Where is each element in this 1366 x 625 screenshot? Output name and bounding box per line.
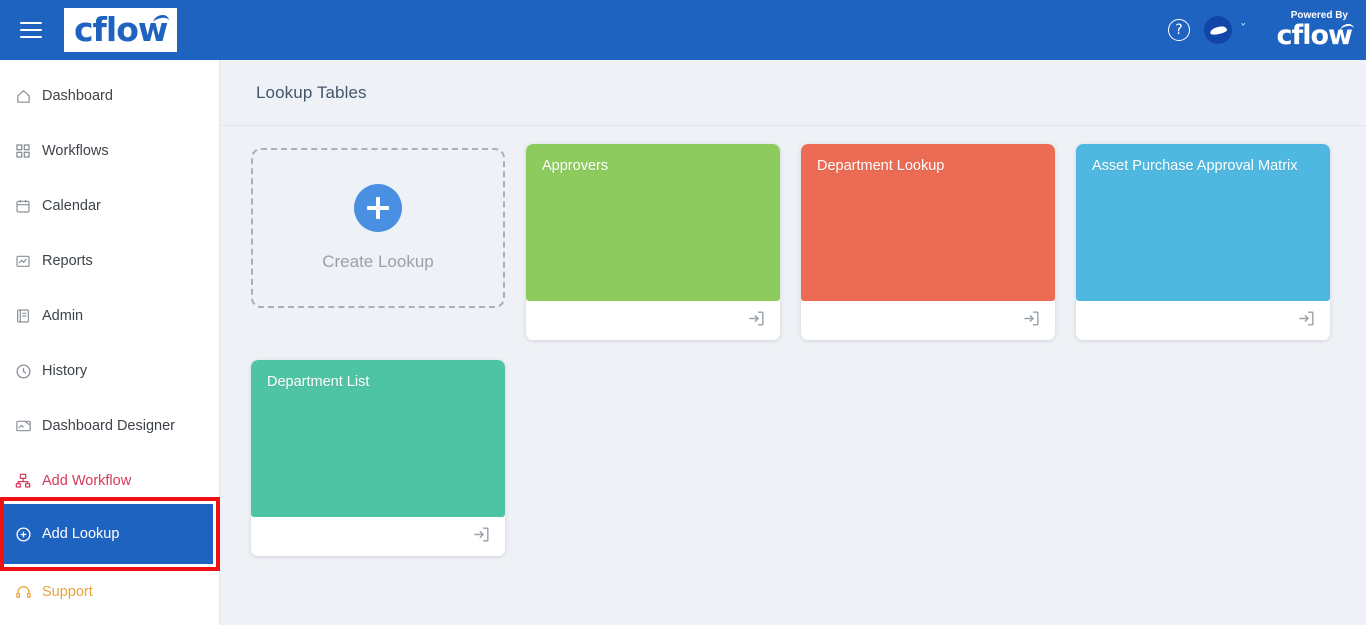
lookup-card-title: Asset Purchase Approval Matrix xyxy=(1092,158,1298,174)
home-icon xyxy=(14,87,32,105)
sidebar-item-admin[interactable]: Admin xyxy=(0,296,219,336)
page-title: Lookup Tables xyxy=(256,83,367,102)
headset-icon xyxy=(14,583,32,601)
sidebar-item-label: Add Workflow xyxy=(42,473,132,489)
hamburger-menu-icon[interactable] xyxy=(20,22,42,38)
sidebar-item-label: History xyxy=(42,363,88,379)
lookup-card-body: Approvers xyxy=(526,144,780,301)
header-actions: ? ˇ Powered By cflow xyxy=(1168,11,1366,49)
sidebar-item-label: Dashboard Designer xyxy=(42,418,175,434)
lookup-card-footer xyxy=(526,301,780,340)
lookup-card-body: Asset Purchase Approval Matrix xyxy=(1076,144,1330,301)
open-in-icon[interactable] xyxy=(1022,309,1041,333)
sidebar-item-history[interactable]: History xyxy=(0,351,219,391)
lookup-card[interactable]: Asset Purchase Approval Matrix xyxy=(1076,144,1330,340)
create-lookup-label: Create Lookup xyxy=(322,252,434,271)
open-in-icon[interactable] xyxy=(472,525,491,549)
lookup-card-title: Approvers xyxy=(542,158,609,174)
dashboard-designer-icon xyxy=(14,417,32,435)
cflow-logo[interactable]: cflow xyxy=(64,8,178,52)
sidebar-item-reports[interactable]: Reports xyxy=(0,241,219,281)
sidebar-item-label: Workflows xyxy=(42,143,109,159)
lookup-card-body: Department List xyxy=(251,360,505,517)
user-menu-chevron-down-icon[interactable]: ˇ xyxy=(1240,23,1247,38)
lookup-card[interactable]: Department Lookup xyxy=(801,144,1055,340)
report-icon xyxy=(14,252,32,270)
sidebar-item-add-lookup[interactable]: Add Lookup xyxy=(0,504,213,564)
sidebar-item-label: Reports xyxy=(42,253,93,269)
user-avatar[interactable] xyxy=(1204,16,1232,44)
app-header: cflow ? ˇ Powered By cflow xyxy=(0,0,1366,60)
sidebar-item-add-workflow[interactable]: Add Workflow xyxy=(0,461,219,501)
powered-by-branding: Powered By cflow xyxy=(1276,11,1355,51)
help-icon[interactable]: ? xyxy=(1168,19,1190,41)
sidebar-item-calendar[interactable]: Calendar xyxy=(0,186,219,226)
plus-circle-icon xyxy=(14,525,32,543)
open-in-icon[interactable] xyxy=(1297,309,1316,333)
open-in-icon[interactable] xyxy=(747,309,766,333)
plus-icon xyxy=(354,184,402,232)
lookup-card-footer xyxy=(251,517,505,556)
calendar-icon xyxy=(14,197,32,215)
create-lookup-card[interactable]: Create Lookup xyxy=(251,148,505,308)
clock-icon xyxy=(14,362,32,380)
logo-text: cflow xyxy=(74,9,168,49)
lookup-card-body: Department Lookup xyxy=(801,144,1055,301)
powered-by-brand: cflow xyxy=(1276,20,1353,51)
sidebar-item-support[interactable]: Support xyxy=(0,572,213,612)
sidebar-nav: Dashboard Workflows Calendar Reports Adm… xyxy=(0,60,220,625)
sidebar-item-label: Support xyxy=(42,584,93,600)
add-workflow-icon xyxy=(14,472,32,490)
main-content: Lookup Tables Create Lookup Approvers De… xyxy=(220,60,1366,625)
sidebar-item-label: Dashboard xyxy=(42,88,113,104)
book-icon xyxy=(14,307,32,325)
sidebar-item-dashboard-designer[interactable]: Dashboard Designer xyxy=(0,406,219,446)
sidebar-item-workflows[interactable]: Workflows xyxy=(0,131,219,171)
lookup-card-title: Department Lookup xyxy=(817,158,945,174)
lookup-card-footer xyxy=(801,301,1055,340)
lookup-card-title: Department List xyxy=(267,374,370,390)
lookup-card-footer xyxy=(1076,301,1330,340)
sidebar-item-dashboard[interactable]: Dashboard xyxy=(0,76,219,116)
avatar-swoosh-icon xyxy=(1208,24,1228,36)
sidebar-item-label: Admin xyxy=(42,308,84,324)
sidebar-item-add-lookup-wrapper: Add Lookup xyxy=(0,504,213,564)
sidebar-item-label: Calendar xyxy=(42,198,101,214)
lookup-cards-grid: Create Lookup Approvers Department Looku… xyxy=(220,126,1340,556)
lookup-card[interactable]: Department List xyxy=(251,360,505,556)
lookup-card[interactable]: Approvers xyxy=(526,144,780,340)
grid-icon xyxy=(14,142,32,160)
sidebar-item-label: Add Lookup xyxy=(42,526,120,542)
